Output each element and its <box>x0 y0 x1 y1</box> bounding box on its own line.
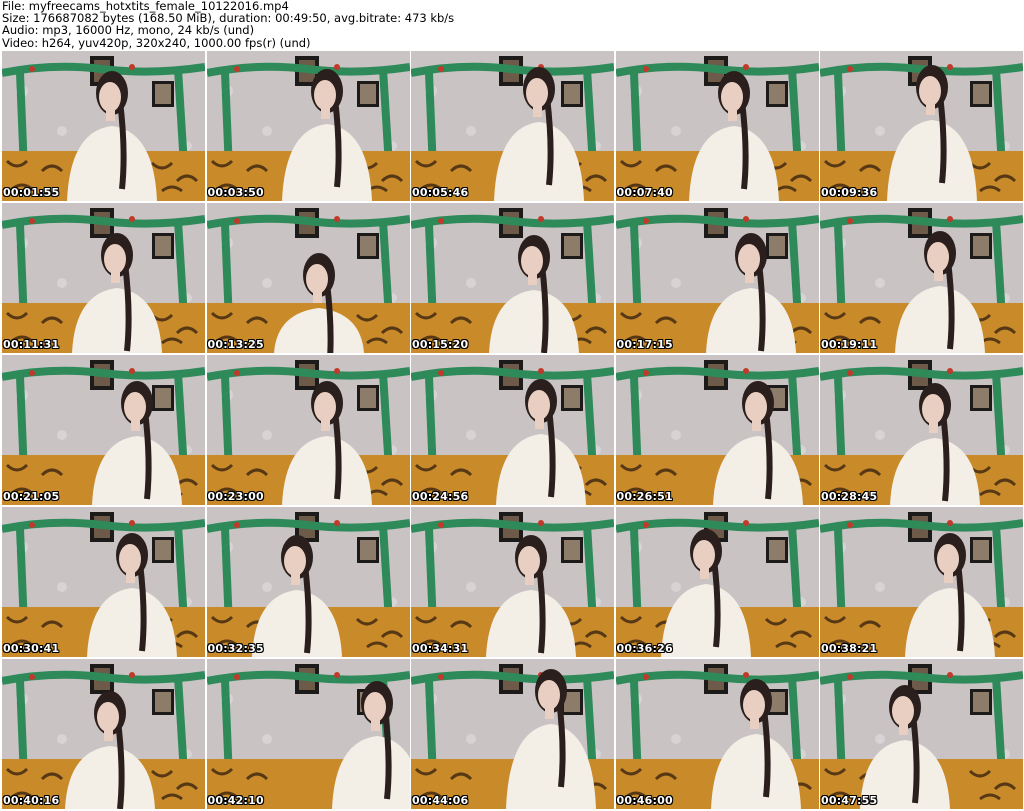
video-thumbnail: 00:03:50 <box>206 51 410 201</box>
video-thumbnail: 00:09:36 <box>820 51 1023 201</box>
video-thumbnail: 00:40:16 <box>2 659 205 809</box>
video-thumbnail: 00:30:41 <box>2 507 205 657</box>
video-thumbnail: 00:32:35 <box>206 507 410 657</box>
video-thumbnail: 00:17:15 <box>615 203 819 353</box>
thumbnail-timestamp: 00:07:40 <box>616 186 673 199</box>
thumbnail-frame-image <box>206 659 410 809</box>
thumbnail-timestamp: 00:28:45 <box>821 490 878 503</box>
thumbnail-timestamp: 00:32:35 <box>207 642 264 655</box>
thumbnail-timestamp: 00:15:20 <box>412 338 469 351</box>
video-thumbnail: 00:01:55 <box>2 51 205 201</box>
thumbnail-frame-image <box>411 507 614 657</box>
thumbnail-frame-image <box>2 659 205 809</box>
video-thumbnail: 00:13:25 <box>206 203 410 353</box>
thumbnail-frame-image <box>206 51 410 201</box>
thumbnail-timestamp: 00:42:10 <box>207 794 264 807</box>
thumbnail-timestamp: 00:40:16 <box>3 794 60 807</box>
video-thumbnail: 00:23:00 <box>206 355 410 505</box>
thumbnail-timestamp: 00:21:05 <box>3 490 60 503</box>
video-thumbnail: 00:42:10 <box>206 659 410 809</box>
video-thumbnail: 00:19:11 <box>820 203 1023 353</box>
thumbnail-timestamp: 00:23:00 <box>207 490 264 503</box>
audio-line: Audio: mp3, 16000 Hz, mono, 24 kb/s (und… <box>2 23 255 38</box>
video-thumbnail: 00:47:55 <box>820 659 1023 809</box>
video-thumbnail: 00:21:05 <box>2 355 205 505</box>
video-thumbnail: 00:28:45 <box>820 355 1023 505</box>
video-thumbnail: 00:15:20 <box>411 203 614 353</box>
video-thumbnail: 00:44:06 <box>411 659 614 809</box>
thumbnail-timestamp: 00:36:26 <box>616 642 673 655</box>
thumbnail-timestamp: 00:46:00 <box>616 794 673 807</box>
thumbnail-frame-image <box>206 355 410 505</box>
thumbnail-grid: 00:01:55 00:03:50 00:05:46 00:07:40 00:09:36… <box>2 51 1023 811</box>
thumbnail-timestamp: 00:19:11 <box>821 338 878 351</box>
thumbnail-timestamp: 00:09:36 <box>821 186 878 199</box>
thumbnail-frame-image <box>2 355 205 505</box>
video-thumbnail: 00:24:56 <box>411 355 614 505</box>
thumbnail-frame-image <box>206 203 410 353</box>
thumbnail-frame-image <box>615 203 819 353</box>
thumbnail-frame-image <box>411 355 614 505</box>
thumbnail-timestamp: 00:34:31 <box>412 642 469 655</box>
thumbnail-frame-image <box>820 355 1023 505</box>
video-thumbnail: 00:11:31 <box>2 203 205 353</box>
thumbnail-timestamp: 00:11:31 <box>3 338 60 351</box>
thumbnail-frame-image <box>820 659 1023 809</box>
video-info-header: File: myfreecams_hotxtits_female_1012201… <box>2 0 454 49</box>
thumbnail-timestamp: 00:05:46 <box>412 186 469 199</box>
video-thumbnail: 00:34:31 <box>411 507 614 657</box>
thumbnail-timestamp: 00:44:06 <box>412 794 469 807</box>
thumbnail-frame-image <box>615 355 819 505</box>
video-line: Video: h264, yuv420p, 320x240, 1000.00 f… <box>2 35 311 50</box>
thumbnail-frame-image <box>615 51 819 201</box>
thumbnail-frame-image <box>615 507 819 657</box>
thumbnail-frame-image <box>820 51 1023 201</box>
thumbnail-frame-image <box>411 203 614 353</box>
thumbnail-timestamp: 00:26:51 <box>616 490 673 503</box>
thumbnail-frame-image <box>2 507 205 657</box>
video-thumbnail: 00:07:40 <box>615 51 819 201</box>
thumbnail-timestamp: 00:13:25 <box>207 338 264 351</box>
thumbnail-timestamp: 00:17:15 <box>616 338 673 351</box>
thumbnail-timestamp: 00:03:50 <box>207 186 264 199</box>
thumbnail-frame-image <box>206 507 410 657</box>
video-thumbnail: 00:46:00 <box>615 659 819 809</box>
thumbnail-frame-image <box>411 659 614 809</box>
thumbnail-timestamp: 00:01:55 <box>3 186 60 199</box>
thumbnail-timestamp: 00:30:41 <box>3 642 60 655</box>
thumbnail-frame-image <box>820 507 1023 657</box>
thumbnail-timestamp: 00:24:56 <box>412 490 469 503</box>
thumbnail-frame-image <box>2 203 205 353</box>
thumbnail-timestamp: 00:38:21 <box>821 642 878 655</box>
video-thumbnail: 00:38:21 <box>820 507 1023 657</box>
thumbnail-timestamp: 00:47:55 <box>821 794 878 807</box>
thumbnail-frame-image <box>2 51 205 201</box>
video-thumbnail: 00:05:46 <box>411 51 614 201</box>
video-thumbnail: 00:26:51 <box>615 355 819 505</box>
thumbnail-frame-image <box>615 659 819 809</box>
video-thumbnail: 00:36:26 <box>615 507 819 657</box>
thumbnail-frame-image <box>411 51 614 201</box>
thumbnail-frame-image <box>820 203 1023 353</box>
